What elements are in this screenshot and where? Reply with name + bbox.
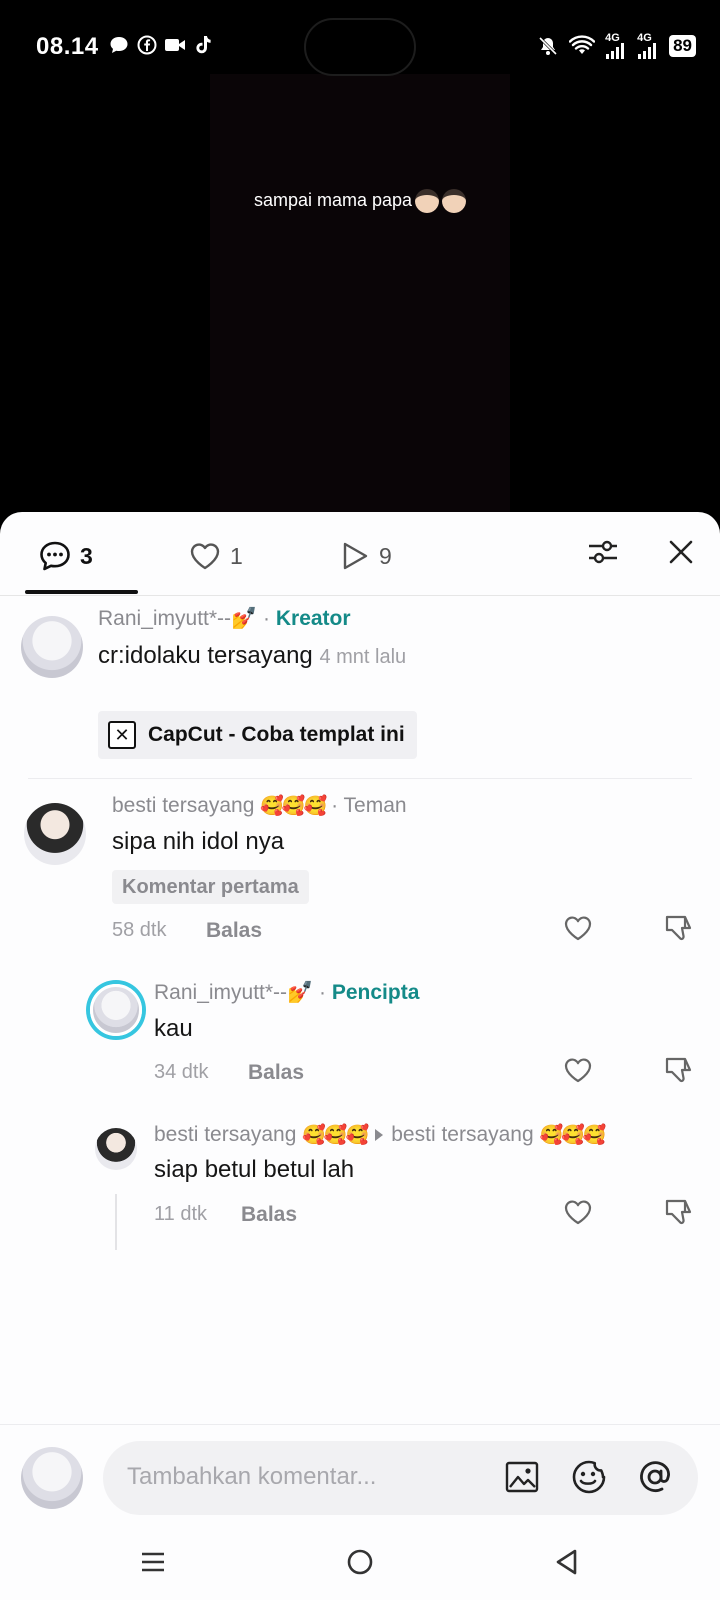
- comment-time: 4 mnt lalu: [319, 646, 407, 668]
- reply-arrow-icon: [375, 1128, 384, 1141]
- video-frame: [210, 74, 510, 514]
- reply-to-username[interactable]: besti tersayang: [391, 1123, 533, 1146]
- dislike-button[interactable]: [664, 1198, 696, 1230]
- video-call-icon: [164, 34, 186, 56]
- comment-text: cr:idolaku tersayang 4 mnt lalu: [98, 642, 407, 669]
- recent-apps-button[interactable]: [133, 1544, 173, 1584]
- play-icon: [337, 539, 371, 573]
- avatar[interactable]: [24, 803, 86, 865]
- video-caption: sampai mama papa: [0, 189, 720, 213]
- comment-time: 11 dtk: [154, 1203, 207, 1225]
- tab-comments[interactable]: 3: [38, 536, 93, 576]
- friend-role-label: Teman: [343, 794, 407, 817]
- emoji-icon: [570, 1458, 608, 1501]
- notification-icons: [108, 34, 214, 56]
- comment-username[interactable]: Rani_imyutt*--💅 · Kreator: [98, 607, 351, 631]
- circle-icon: [346, 1548, 374, 1581]
- comment-input[interactable]: Tambahkan komentar...: [103, 1441, 698, 1515]
- thread-line: [115, 1194, 117, 1250]
- comment-text: kau: [154, 1015, 193, 1042]
- comment-time: 58 dtk: [112, 919, 167, 941]
- active-tab-indicator: [25, 590, 138, 594]
- reply-button[interactable]: Balas: [206, 919, 262, 943]
- divider: [28, 778, 692, 779]
- dislike-button[interactable]: [664, 1056, 696, 1088]
- system-navigation-bar: [0, 1524, 720, 1600]
- capcut-template-chip[interactable]: ✕ CapCut - Coba templat ini: [98, 711, 417, 759]
- face-emoji-icon: [442, 189, 467, 213]
- home-button[interactable]: [340, 1544, 380, 1584]
- likes-count: 1: [230, 542, 243, 569]
- menu-icon: [140, 1549, 166, 1580]
- emoji-decoration: 🥰🥰🥰: [539, 1125, 607, 1146]
- reply-button[interactable]: Balas: [248, 1061, 304, 1085]
- heart-icon: [188, 539, 222, 573]
- avatar[interactable]: [95, 1128, 137, 1170]
- back-button[interactable]: [547, 1544, 587, 1584]
- thumbs-down-icon: [664, 1055, 696, 1090]
- comment-text: siap betul betul lah: [154, 1156, 355, 1183]
- cellular-signal-icon: 4G: [637, 33, 659, 59]
- image-button[interactable]: [503, 1460, 541, 1498]
- close-button[interactable]: [661, 534, 701, 574]
- avatar[interactable]: [21, 616, 83, 678]
- tiktok-icon: [192, 34, 214, 56]
- heart-icon: [563, 1197, 593, 1232]
- heart-icon: [563, 1055, 593, 1090]
- close-icon: [667, 538, 695, 571]
- comments-sheet: 3 1 9 Rani_imyutt*--💅 · Kreator cr:idola…: [0, 512, 720, 1600]
- views-count: 9: [379, 542, 392, 569]
- like-button[interactable]: [562, 1056, 594, 1088]
- tab-likes[interactable]: 1: [188, 536, 243, 576]
- emoji-decoration: 🥰🥰🥰: [260, 796, 327, 817]
- image-icon: [504, 1459, 540, 1500]
- dislike-button[interactable]: [664, 914, 696, 946]
- facebook-icon: [136, 34, 158, 56]
- avatar[interactable]: [90, 984, 142, 1036]
- like-button[interactable]: [562, 1198, 594, 1230]
- capcut-icon: ✕: [108, 721, 136, 749]
- comments-count: 3: [80, 542, 93, 569]
- filter-button[interactable]: [583, 534, 623, 574]
- wifi-icon: [569, 35, 596, 57]
- sliders-icon: [586, 535, 620, 574]
- cellular-signal-icon: 4G: [605, 33, 627, 59]
- chat-bubble-icon: [108, 34, 130, 56]
- emoji-decoration: 🥰🥰🥰: [302, 1125, 369, 1146]
- creator-role-label: Kreator: [275, 607, 351, 630]
- heart-icon: [563, 913, 593, 948]
- comment-username[interactable]: besti tersayang 🥰🥰🥰 · Teman: [112, 794, 407, 818]
- first-comment-badge: Komentar pertama: [112, 870, 309, 904]
- tab-views[interactable]: 9: [337, 536, 392, 576]
- face-emoji-icon: [415, 189, 440, 213]
- comment-input-bar: Tambahkan komentar...: [0, 1424, 720, 1524]
- comment-username[interactable]: Rani_imyutt*--💅 · Pencipta: [154, 981, 419, 1005]
- comment-username[interactable]: besti tersayang 🥰🥰🥰 besti tersayang 🥰🥰🥰: [154, 1123, 607, 1147]
- creator-role-label: Pencipta: [331, 981, 420, 1004]
- sheet-tabs: 3 1 9: [0, 512, 720, 596]
- status-bar: 08.14 4G 4G 89: [0, 0, 720, 95]
- like-button[interactable]: [562, 914, 594, 946]
- battery-indicator: 89: [669, 35, 696, 57]
- comment-input-placeholder: Tambahkan komentar...: [127, 1463, 377, 1490]
- mute-icon: [537, 35, 559, 57]
- user-avatar[interactable]: [21, 1447, 83, 1509]
- comment-icon: [38, 539, 72, 573]
- system-status-icons: 4G 4G 89: [537, 33, 696, 59]
- thumbs-down-icon: [664, 913, 696, 948]
- comment-text: sipa nih idol nya: [112, 828, 285, 855]
- camera-cutout: [304, 18, 416, 76]
- mention-button[interactable]: [636, 1460, 674, 1498]
- back-triangle-icon: [554, 1548, 580, 1581]
- comment-time: 34 dtk: [154, 1061, 209, 1083]
- at-icon: [636, 1458, 674, 1501]
- video-caption-text: sampai mama papa: [253, 189, 413, 210]
- sticker-button[interactable]: [570, 1460, 608, 1498]
- thumbs-down-icon: [664, 1197, 696, 1232]
- reply-button[interactable]: Balas: [241, 1203, 297, 1227]
- status-time: 08.14: [36, 33, 99, 60]
